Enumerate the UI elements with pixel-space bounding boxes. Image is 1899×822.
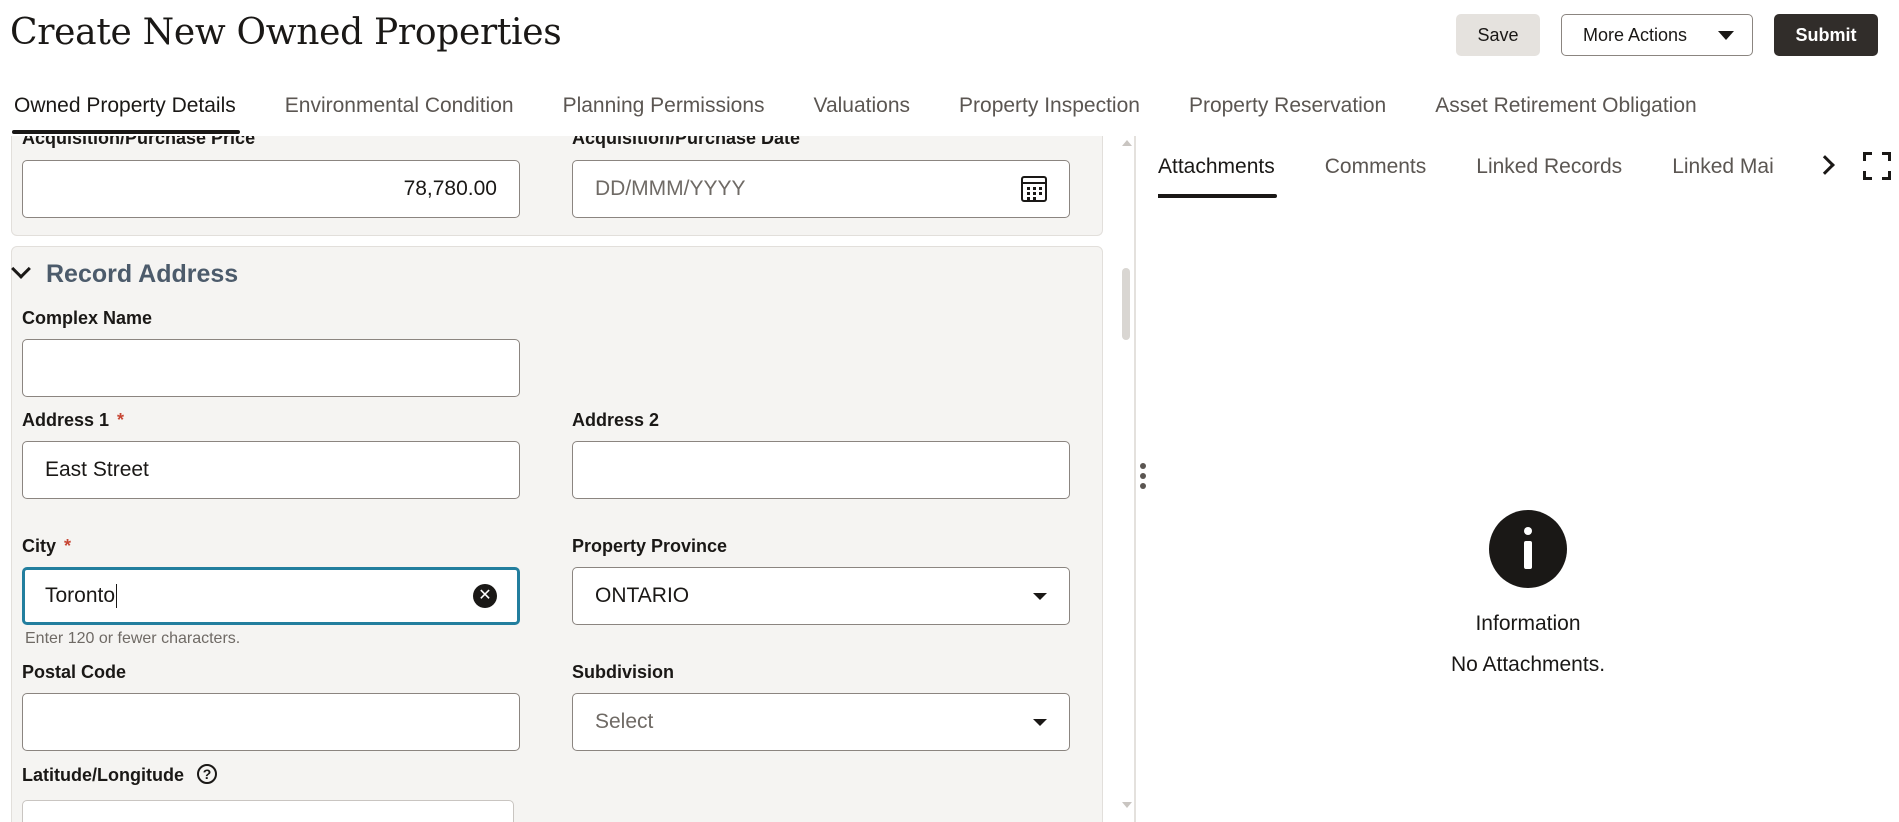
complex-name-input[interactable] xyxy=(22,339,520,397)
form-panel: Acquisition/Purchase Price 78,780.00 Acq… xyxy=(0,136,1134,822)
province-label: Property Province xyxy=(572,536,728,556)
clear-icon[interactable]: ✕ xyxy=(473,584,497,608)
city-label-text: City xyxy=(22,536,57,556)
purchase-date-input[interactable]: DD/MMM/YYYY xyxy=(572,160,1070,218)
city-helper-text: Enter 120 or fewer characters. xyxy=(25,630,241,647)
help-icon[interactable]: ? xyxy=(197,764,217,784)
calendar-icon[interactable] xyxy=(1021,176,1047,202)
tab-planning-permissions[interactable]: Planning Permissions xyxy=(549,86,765,134)
address2-label: Address 2 xyxy=(572,410,660,430)
caret-down-icon xyxy=(1718,30,1734,40)
tab-environmental-condition[interactable]: Environmental Condition xyxy=(271,86,514,134)
fullscreen-icon[interactable] xyxy=(1863,152,1891,180)
province-value: ONTARIO xyxy=(595,584,690,607)
city-input[interactable]: Toronto ✕ xyxy=(22,567,520,625)
tab-linked-records[interactable]: Linked Records xyxy=(1476,136,1622,198)
address2-input[interactable] xyxy=(572,441,1070,499)
form-scrollbar[interactable] xyxy=(1118,136,1134,808)
tab-owned-property-details[interactable]: Owned Property Details xyxy=(0,86,240,134)
subdivision-select[interactable]: Select xyxy=(572,693,1070,751)
submit-button[interactable]: Submit xyxy=(1774,14,1878,56)
purchase-price-value: 78,780.00 xyxy=(403,177,497,200)
right-panel-tabs: Attachments Comments Linked Records Link… xyxy=(1158,136,1798,198)
tab-property-inspection[interactable]: Property Inspection xyxy=(945,86,1140,134)
splitter-handle-icon[interactable] xyxy=(1140,463,1146,491)
address1-input[interactable]: East Street xyxy=(22,441,520,499)
lat-long-label: Latitude/Longitude xyxy=(22,765,184,785)
tab-comments[interactable]: Comments xyxy=(1325,136,1427,198)
more-actions-button[interactable]: More Actions xyxy=(1561,14,1753,56)
more-actions-label: More Actions xyxy=(1583,24,1688,45)
purchase-date-label: Acquisition/Purchase Date xyxy=(572,136,801,148)
postal-code-label: Postal Code xyxy=(22,662,127,682)
chevron-right-icon[interactable] xyxy=(1815,155,1835,175)
subdivision-label: Subdivision xyxy=(572,662,675,682)
caret-down-icon xyxy=(1033,592,1047,600)
tab-property-reservation[interactable]: Property Reservation xyxy=(1175,86,1386,134)
required-marker: * xyxy=(64,536,72,556)
address1-label-text: Address 1 xyxy=(22,410,110,430)
info-message: No Attachments. xyxy=(1450,653,1606,676)
purchase-price-label: Acquisition/Purchase Price xyxy=(22,136,256,148)
required-marker: * xyxy=(117,410,125,430)
save-button[interactable]: Save xyxy=(1456,14,1540,56)
city-label: City * xyxy=(22,536,71,557)
main-tabs: Owned Property Details Environmental Con… xyxy=(0,86,1732,134)
scroll-thumb[interactable] xyxy=(1122,268,1130,340)
complex-name-label: Complex Name xyxy=(22,308,153,328)
panel-splitter[interactable] xyxy=(1134,136,1136,822)
tab-attachments[interactable]: Attachments xyxy=(1158,136,1277,198)
section-title[interactable]: Record Address xyxy=(46,260,238,289)
purchase-price-input[interactable]: 78,780.00 xyxy=(22,160,520,218)
caret-down-icon xyxy=(1033,718,1047,726)
info-title: Information xyxy=(1475,612,1581,635)
tab-valuations[interactable]: Valuations xyxy=(800,86,911,134)
lat-long-input[interactable] xyxy=(22,800,514,822)
header-actions: Save More Actions Submit xyxy=(1456,14,1878,56)
address1-label: Address 1 * xyxy=(22,410,124,431)
scroll-up-arrow[interactable] xyxy=(1122,140,1132,146)
subdivision-placeholder: Select xyxy=(595,710,654,733)
tab-linked-mail[interactable]: Linked Mai xyxy=(1672,136,1774,198)
tab-asset-retirement-obligation[interactable]: Asset Retirement Obligation xyxy=(1421,86,1696,134)
city-value: Toronto xyxy=(45,584,116,607)
postal-code-input[interactable] xyxy=(22,693,520,751)
scroll-down-arrow[interactable] xyxy=(1122,802,1132,808)
province-select[interactable]: ONTARIO xyxy=(572,567,1070,625)
page-title: Create New Owned Properties xyxy=(10,12,562,53)
info-icon xyxy=(1489,510,1567,588)
purchase-date-placeholder: DD/MMM/YYYY xyxy=(595,177,746,200)
